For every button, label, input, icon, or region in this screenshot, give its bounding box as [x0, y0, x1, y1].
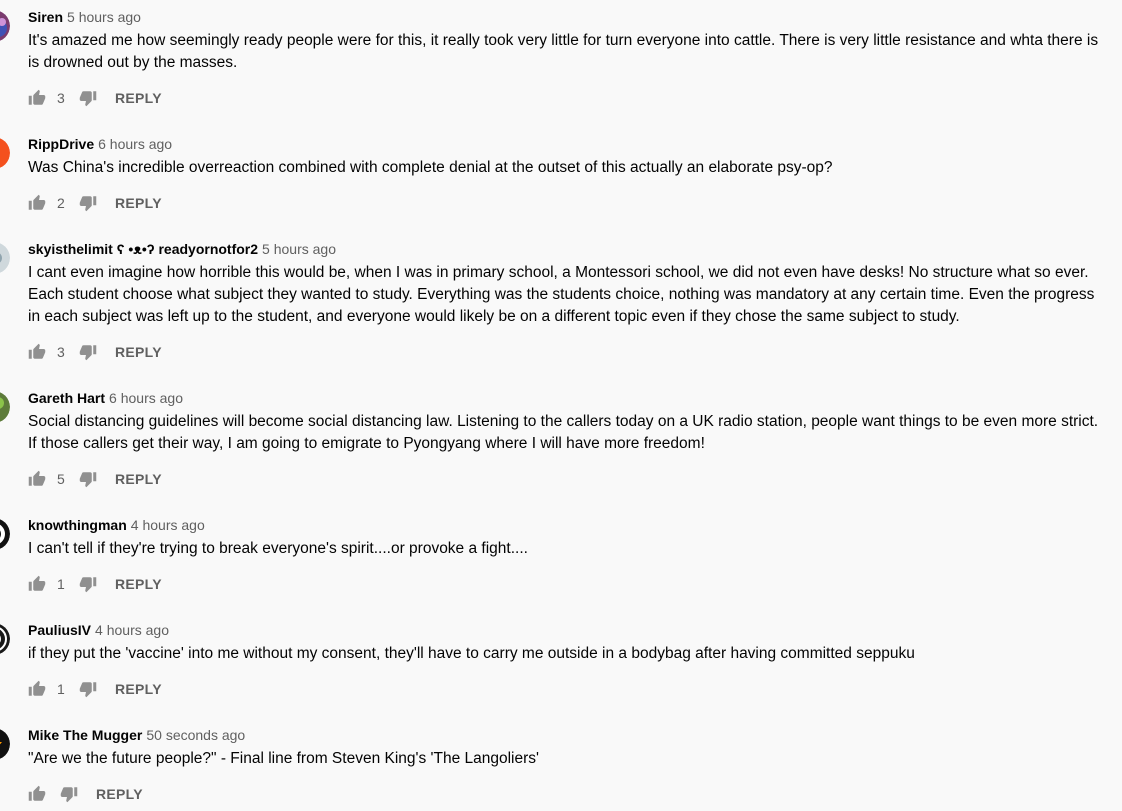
thumb-up-icon[interactable] [28, 343, 46, 361]
comment-timestamp[interactable]: 5 hours ago [262, 241, 336, 257]
like-count: 1 [57, 681, 65, 697]
thumb-up-icon[interactable] [28, 785, 46, 803]
comment-actions: REPLY [28, 782, 143, 806]
thumb-up-icon[interactable] [28, 680, 46, 698]
comment-actions: 1 REPLY [28, 572, 162, 596]
avatar[interactable] [0, 137, 10, 169]
thumb-down-icon[interactable] [60, 785, 78, 803]
comment-timestamp[interactable]: 6 hours ago [109, 390, 183, 406]
comment-text: I can't tell if they're trying to break … [28, 540, 528, 557]
thumb-down-icon[interactable] [79, 680, 97, 698]
author-name[interactable]: RippDrive [28, 136, 94, 152]
comment-actions: 5 REPLY [28, 467, 162, 491]
like-count: 5 [57, 471, 65, 487]
like-count: 1 [57, 576, 65, 592]
reply-button[interactable]: REPLY [115, 90, 162, 106]
thumb-down-icon[interactable] [79, 89, 97, 107]
thumb-down-icon[interactable] [79, 470, 97, 488]
comment-header: PauliusIV 4 hours ago [28, 621, 169, 639]
author-name[interactable]: skyisthelimit ʕ •ᴥ•ʔ readyornotfor2 [28, 241, 258, 257]
avatar[interactable] [0, 623, 10, 655]
avatar[interactable] [0, 728, 10, 760]
reply-button[interactable]: REPLY [115, 576, 162, 592]
comment-text: Social distancing guidelines will become… [28, 413, 1099, 452]
author-name[interactable]: Siren [28, 9, 63, 25]
reply-button[interactable]: REPLY [96, 786, 143, 802]
comment-header: Mike The Mugger 50 seconds ago [28, 726, 245, 744]
comment-header: knowthingman 4 hours ago [28, 516, 205, 534]
comments-section: Siren 5 hours ago It's amazed me how seem… [0, 0, 1122, 811]
comment-timestamp[interactable]: 4 hours ago [131, 517, 205, 533]
thumb-down-icon[interactable] [79, 194, 97, 212]
reply-button[interactable]: REPLY [115, 344, 162, 360]
comment-actions: 3 REPLY [28, 340, 162, 364]
thumb-down-icon[interactable] [79, 343, 97, 361]
like-count: 3 [57, 90, 65, 106]
comment-actions: 3 REPLY [28, 86, 162, 110]
thumb-up-icon[interactable] [28, 470, 46, 488]
thumb-down-icon[interactable] [79, 575, 97, 593]
author-name[interactable]: PauliusIV [28, 622, 91, 638]
thumb-up-icon[interactable] [28, 89, 46, 107]
comment-header: Gareth Hart 6 hours ago [28, 389, 183, 407]
thumb-up-icon[interactable] [28, 575, 46, 593]
author-name[interactable]: Mike The Mugger [28, 727, 142, 743]
author-name[interactable]: knowthingman [28, 517, 127, 533]
comment-header: skyisthelimit ʕ •ᴥ•ʔ readyornotfor2 5 hou… [28, 240, 336, 258]
like-count: 3 [57, 344, 65, 360]
comment-timestamp[interactable]: 5 hours ago [67, 9, 141, 25]
comment-timestamp[interactable]: 6 hours ago [98, 136, 172, 152]
avatar[interactable] [0, 242, 10, 274]
comment-text: "Are we the future people?" - Final line… [28, 750, 539, 767]
reply-button[interactable]: REPLY [115, 195, 162, 211]
comment-text: It's amazed me how seemingly ready peopl… [28, 32, 1099, 71]
comment-text: I cant even imagine how horrible this wo… [28, 264, 1095, 325]
comment-actions: 2 REPLY [28, 191, 162, 215]
thumb-up-icon[interactable] [28, 194, 46, 212]
reply-button[interactable]: REPLY [115, 471, 162, 487]
like-count: 2 [57, 195, 65, 211]
comment-text: if they put the 'vaccine' into me withou… [28, 645, 915, 662]
reply-button[interactable]: REPLY [115, 681, 162, 697]
author-name[interactable]: Gareth Hart [28, 390, 105, 406]
avatar[interactable] [0, 391, 10, 423]
avatar[interactable] [0, 10, 10, 42]
comment-timestamp[interactable]: 4 hours ago [95, 622, 169, 638]
comment-header: Siren 5 hours ago [28, 8, 141, 26]
avatar[interactable] [0, 518, 10, 550]
comment-header: RippDrive 6 hours ago [28, 135, 172, 153]
comment-timestamp[interactable]: 50 seconds ago [146, 727, 245, 743]
comment-actions: 1 REPLY [28, 677, 162, 701]
comment-text: Was China's incredible overreaction comb… [28, 159, 833, 176]
